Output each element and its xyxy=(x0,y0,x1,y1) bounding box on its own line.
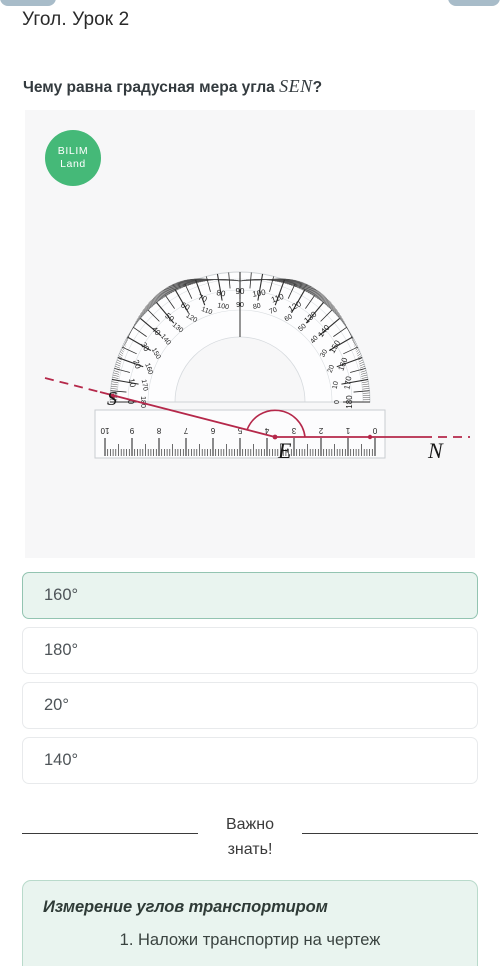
info-card: Измерение углов транспортиром 1. Наложи … xyxy=(22,880,478,966)
option-3-label: 140° xyxy=(44,751,79,769)
separator-line-right xyxy=(302,833,478,834)
label-e: E xyxy=(277,438,292,463)
option-1-label: 180° xyxy=(44,641,79,659)
ruler-number-1: 1 xyxy=(345,426,350,435)
ruler-number-0: 0 xyxy=(372,426,377,435)
outer-nums-90: 90 xyxy=(236,287,245,296)
scale-point-right xyxy=(367,434,373,440)
option-0[interactable]: 160° xyxy=(22,572,478,619)
important-label: Важно знать! xyxy=(198,812,302,862)
outer-nums-180: 180 xyxy=(345,395,354,409)
chrome-tab-right xyxy=(448,0,500,6)
label-n: N xyxy=(427,438,444,463)
ruler-number-6: 6 xyxy=(210,426,215,435)
option-0-label: 160° xyxy=(44,586,79,604)
answer-options[interactable]: 160° 180° 20° 140° xyxy=(22,572,478,792)
inner-nums-170: 10 xyxy=(332,381,340,390)
ruler-number-8: 8 xyxy=(156,426,161,435)
chrome-tab-left xyxy=(0,0,56,6)
ray-extension-left xyxy=(44,377,101,393)
lesson-screen: Угол. Урок 2 Чему равна градусная мера у… xyxy=(0,0,500,966)
question-text-before: Чему равна градусная мера угла xyxy=(23,79,280,96)
info-card-title: Измерение углов транспортиром xyxy=(43,898,328,916)
inner-nums-90: 90 xyxy=(236,302,244,309)
ruler-number-3: 3 xyxy=(291,426,296,435)
ruler-number-7: 7 xyxy=(183,426,188,435)
inner-nums-180: 0 xyxy=(334,400,341,404)
important-separator: Важно знать! xyxy=(22,812,478,862)
important-line-2: знать! xyxy=(227,841,273,858)
page-title: Угол. Урок 2 xyxy=(22,9,130,30)
ruler-number-2: 2 xyxy=(318,426,323,435)
ruler: 10 9 8 7 6 5 4 3 2 1 0 xyxy=(94,409,386,459)
inner-nums-100: 80 xyxy=(252,303,261,311)
separator-line-left xyxy=(22,833,198,834)
question-math-label: SEN xyxy=(279,76,313,96)
option-2-label: 20° xyxy=(44,696,69,714)
info-card-step-1: 1. Наложи транспортир на чертеж xyxy=(119,931,381,949)
option-2[interactable]: 20° xyxy=(22,682,478,729)
vertex-point-e xyxy=(272,434,278,440)
ruler-number-9: 9 xyxy=(129,426,134,435)
option-1[interactable]: 180° xyxy=(22,627,478,674)
option-3[interactable]: 140° xyxy=(22,737,478,784)
label-s: S xyxy=(107,388,117,410)
question-text-after: ? xyxy=(312,79,323,96)
figure-panel: BILIM Land 0 10 20 30 40 50 60 70 80 90 … xyxy=(25,110,475,558)
protractor-diagram: 010203040506070 80 90 100 110120130140150160… xyxy=(44,271,470,463)
important-line-1: Важно xyxy=(225,816,274,833)
question-text: Чему равна градусная мера угла SEN? xyxy=(23,76,322,97)
ruler-number-10: 10 xyxy=(100,426,109,435)
